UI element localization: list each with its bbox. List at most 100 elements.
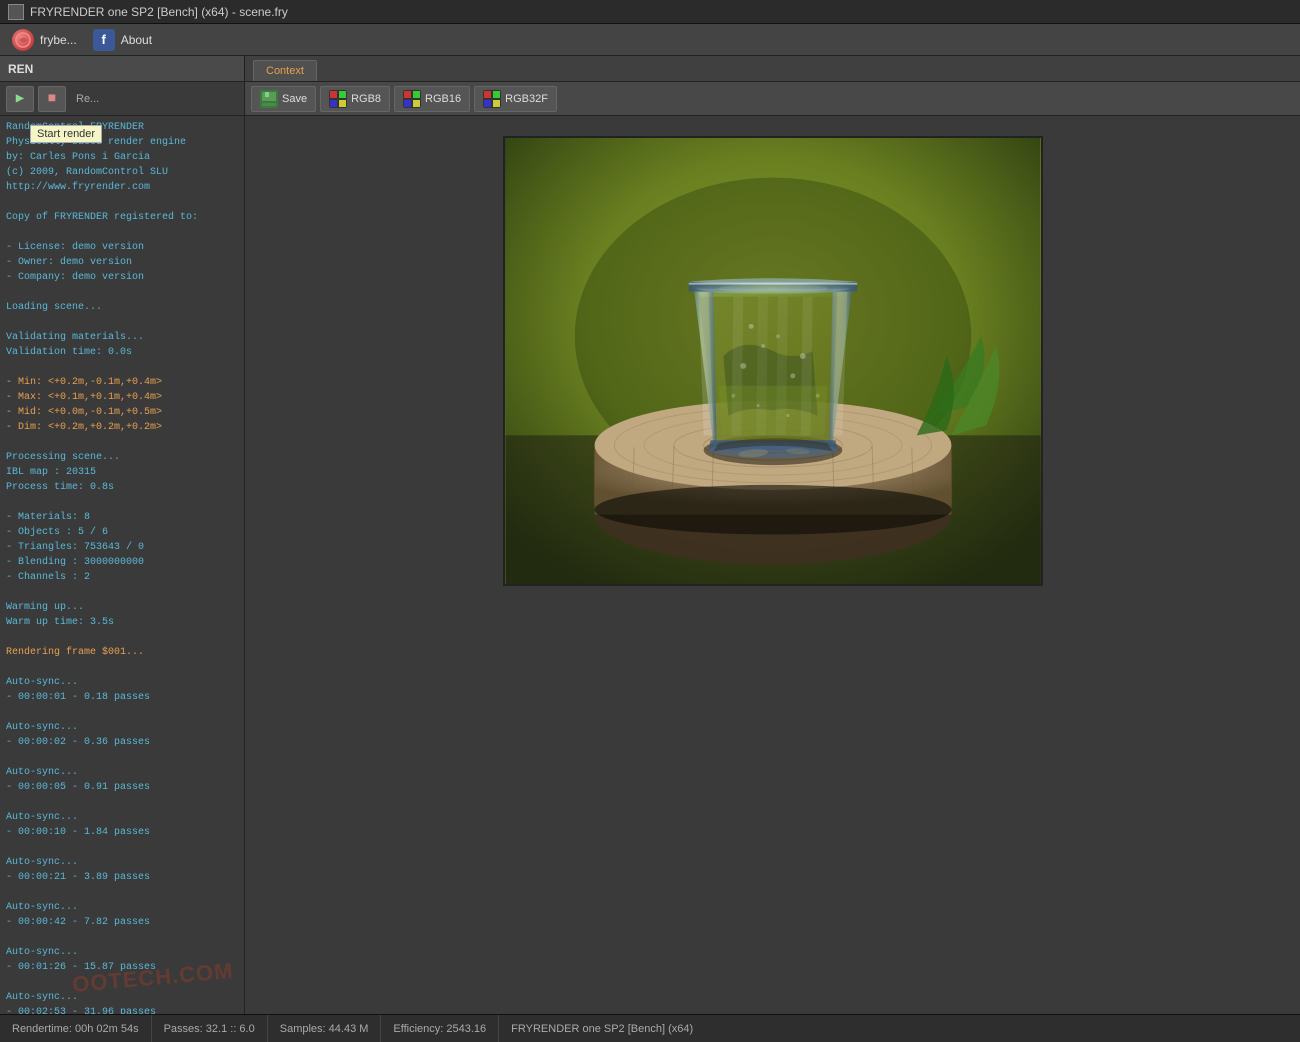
samples-label: Samples: — [280, 1023, 326, 1035]
controls-bar: ▶ ■ Re... — [0, 82, 244, 116]
passes-label: Passes: — [164, 1023, 203, 1035]
log-line — [6, 750, 238, 765]
render-image — [503, 136, 1043, 586]
context-tab-bar: Context — [245, 56, 1300, 82]
log-line — [6, 195, 238, 210]
log-line: - Materials: 8 — [6, 510, 238, 525]
log-line: - Owner: demo version — [6, 255, 238, 270]
log-line: Auto-sync... — [6, 720, 238, 735]
save-icon — [260, 90, 278, 108]
status-bar: Rendertime: 00h 02m 54s Passes: 32.1 :: … — [0, 1014, 1300, 1042]
menu-item-frybe[interactable]: frybe... — [4, 25, 85, 55]
log-line: - 00:00:02 - 0.36 passes — [6, 735, 238, 750]
log-line: - Dim: <+0.2m,+0.2m,+0.2m> — [6, 420, 238, 435]
log-line: - 00:02:53 - 31.96 passes — [6, 1005, 238, 1014]
log-line — [6, 585, 238, 600]
log-lines: RandomControl FRYRENDERPhysically-based … — [6, 120, 238, 1014]
log-line — [6, 225, 238, 240]
log-line — [6, 360, 238, 375]
title-bar: FRYRENDER one SP2 [Bench] (x64) - scene.… — [0, 0, 1300, 24]
rgb16-icon — [403, 90, 421, 108]
main-container: REN ▶ ■ Re... Start render RandomControl… — [0, 56, 1300, 1014]
log-line — [6, 930, 238, 945]
ren-tab[interactable]: REN — [0, 56, 244, 82]
log-line: Validating materials... — [6, 330, 238, 345]
log-line: - 00:00:42 - 7.82 passes — [6, 915, 238, 930]
menu-item-about[interactable]: f About — [85, 25, 160, 55]
log-line: - Channels : 2 — [6, 570, 238, 585]
log-line: by: Carles Pons i Garcia — [6, 150, 238, 165]
app-name-item: FRYRENDER one SP2 [Bench] (x64) — [499, 1015, 705, 1042]
app-name: FRYRENDER one SP2 [Bench] (x64) — [511, 1023, 693, 1035]
log-line: Warming up... — [6, 600, 238, 615]
log-line: Copy of FRYRENDER registered to: — [6, 210, 238, 225]
log-line: Validation time: 0.0s — [6, 345, 238, 360]
rgb16-button[interactable]: RGB16 — [394, 86, 470, 112]
log-line: Auto-sync... — [6, 900, 238, 915]
rendertime-label: Rendertime: — [12, 1023, 72, 1035]
rgb16-label: RGB16 — [425, 93, 461, 105]
log-line: Loading scene... — [6, 300, 238, 315]
log-line — [6, 630, 238, 645]
rgb8-button[interactable]: RGB8 — [320, 86, 390, 112]
window-icon — [8, 4, 24, 20]
about-label: About — [121, 33, 152, 47]
log-line: Rendering frame $001... — [6, 645, 238, 660]
efficiency-label: Efficiency: — [393, 1023, 443, 1035]
menu-bar: frybe... f About — [0, 24, 1300, 56]
log-line — [6, 885, 238, 900]
rgb32f-icon — [483, 90, 501, 108]
rgb32f-button[interactable]: RGB32F — [474, 86, 557, 112]
right-panel: Context Save — [245, 56, 1300, 1014]
log-line — [6, 705, 238, 720]
save-button[interactable]: Save — [251, 86, 316, 112]
log-line: - 00:00:05 - 0.91 passes — [6, 780, 238, 795]
log-line: (c) 2009, RandomControl SLU — [6, 165, 238, 180]
stop-button[interactable]: ■ — [38, 86, 66, 112]
frybe-logo — [12, 29, 34, 51]
log-area: RandomControl FRYRENDERPhysically-based … — [0, 116, 244, 1014]
passes-value: 32.1 :: 6.0 — [206, 1023, 255, 1035]
efficiency-item: Efficiency: 2543.16 — [381, 1015, 499, 1042]
log-line — [6, 285, 238, 300]
log-line: - Objects : 5 / 6 — [6, 525, 238, 540]
log-line: IBL map : 20315 — [6, 465, 238, 480]
log-line — [6, 840, 238, 855]
log-line: http://www.fryrender.com — [6, 180, 238, 195]
log-line: - 00:00:10 - 1.84 passes — [6, 825, 238, 840]
log-line: - Company: demo version — [6, 270, 238, 285]
render-viewport — [245, 116, 1300, 1014]
log-line: - Mid: <+0.0m,-0.1m,+0.5m> — [6, 405, 238, 420]
rgb8-icon — [329, 90, 347, 108]
log-line: Warm up time: 3.5s — [6, 615, 238, 630]
samples-item: Samples: 44.43 M — [268, 1015, 382, 1042]
log-line: - 00:00:01 - 0.18 passes — [6, 690, 238, 705]
toolbar-bar: Save RGB8 — [245, 82, 1300, 116]
log-line: Processing scene... — [6, 450, 238, 465]
frybe-label: frybe... — [40, 33, 77, 47]
rendertime-value: 00h 02m 54s — [75, 1023, 139, 1035]
efficiency-value: 2543.16 — [446, 1023, 486, 1035]
rgb8-label: RGB8 — [351, 93, 381, 105]
log-line — [6, 315, 238, 330]
log-line: - Max: <+0.1m,+0.1m,+0.4m> — [6, 390, 238, 405]
log-line: - Min: <+0.2m,-0.1m,+0.4m> — [6, 375, 238, 390]
rendertime-item: Rendertime: 00h 02m 54s — [0, 1015, 152, 1042]
passes-item: Passes: 32.1 :: 6.0 — [152, 1015, 268, 1042]
context-tab[interactable]: Context — [253, 60, 317, 81]
log-line: - License: demo version — [6, 240, 238, 255]
samples-value: 44.43 M — [329, 1023, 369, 1035]
log-line — [6, 660, 238, 675]
save-label: Save — [282, 93, 307, 105]
render-label: Re... — [70, 91, 105, 107]
start-render-tooltip: Start render — [30, 125, 102, 143]
play-button[interactable]: ▶ — [6, 86, 34, 112]
log-line: Auto-sync... — [6, 810, 238, 825]
log-line: - 00:00:21 - 3.89 passes — [6, 870, 238, 885]
log-line: Auto-sync... — [6, 855, 238, 870]
log-line — [6, 495, 238, 510]
rgb32f-label: RGB32F — [505, 93, 548, 105]
window-title: FRYRENDER one SP2 [Bench] (x64) - scene.… — [30, 5, 288, 19]
log-line — [6, 435, 238, 450]
log-line: Auto-sync... — [6, 675, 238, 690]
